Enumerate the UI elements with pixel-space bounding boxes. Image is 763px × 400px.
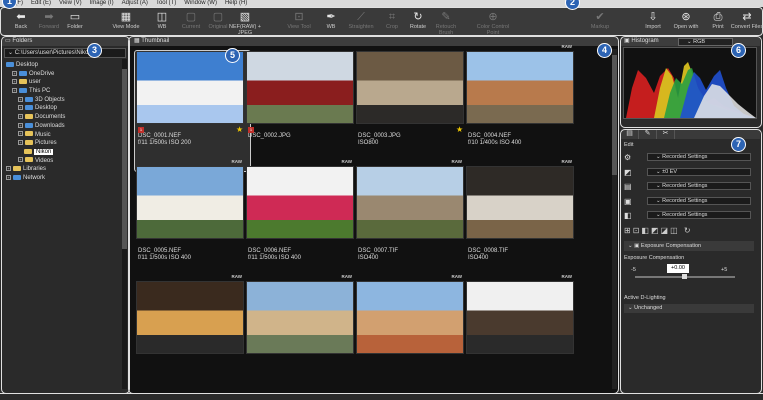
view-tool-icon: ⊡ <box>294 11 304 23</box>
toolbar-button-label: Straighten <box>348 24 374 30</box>
toolbar-button[interactable]: ⊡ View Tool <box>282 10 316 35</box>
callout-badge-6: 6 <box>731 43 746 58</box>
thumbnail-frame <box>128 36 619 394</box>
check-icon: ✔ <box>595 11 605 23</box>
toolbar-button[interactable]: ⟋ Straighten <box>344 10 378 35</box>
toolbar-button-label: WB <box>157 24 167 30</box>
toolbar-button[interactable]: ⇩ Import <box>636 10 670 35</box>
toolbar-button[interactable]: ✒ WB <box>314 10 348 35</box>
grid-icon: ▦ <box>120 11 132 23</box>
open-with-icon: ⊛ <box>681 11 691 23</box>
callout-badge-4: 4 <box>597 43 612 58</box>
toolbar-button-label: Print <box>712 24 724 30</box>
menu-item[interactable]: Window (W) <box>184 0 217 6</box>
toolbar-button-label: Forward <box>38 24 60 30</box>
toolbar-button[interactable]: ⇄ Convert Files <box>730 10 763 35</box>
toolbar-button[interactable]: ▭ Folder <box>58 10 92 35</box>
toolbar-button-label: Import <box>645 24 661 30</box>
menu-item[interactable]: Edit (E) <box>31 0 51 6</box>
toolbar-button-label: Current <box>181 24 201 30</box>
toolbar-button[interactable]: ⊕ Color Control Point <box>476 10 510 36</box>
callout-badge-3: 3 <box>87 43 102 58</box>
toolbar-button-label: View Mode <box>112 24 140 30</box>
toolbar-button-label: Convert Files <box>730 24 763 30</box>
toolbar-button[interactable]: ▧ NEF(RAW) + JPEG <box>228 10 262 36</box>
menu-item[interactable]: Tool (T) <box>156 0 176 6</box>
toolbar-button[interactable]: ⊛ Open with <box>669 10 703 35</box>
straighten-icon: ⟋ <box>357 11 365 23</box>
color-point-icon: ⊕ <box>488 11 498 23</box>
toolbar-button-label: Markup <box>590 24 610 30</box>
toolbar-button[interactable]: ✔ Markup <box>583 10 617 35</box>
nef-jpeg-icon: ▧ <box>239 11 251 23</box>
menu-item[interactable]: View (V) <box>59 0 82 6</box>
toolbar-button[interactable]: ▦ View Mode <box>109 10 143 35</box>
edit-frame <box>620 129 762 394</box>
toolbar-button-label: Original <box>208 24 228 30</box>
brush-icon: ✎ <box>441 11 451 23</box>
callout-badge-5: 5 <box>225 48 240 63</box>
toolbar-button-label: Color Control Point <box>476 24 510 36</box>
toolbar-button-label: WB <box>326 24 336 30</box>
toolbar-button-label: Folder <box>67 24 83 30</box>
toolbar-button-label: Crop <box>386 24 398 30</box>
toolbar-button-label: Back <box>14 24 28 30</box>
menu-item[interactable]: Help (H) <box>225 0 247 6</box>
toolbar-button-label: Retouch Brush <box>435 24 457 36</box>
eyedropper-icon: ✒ <box>326 11 336 23</box>
toolbar-button-label: NEF(RAW) + JPEG <box>228 24 262 36</box>
menu-item[interactable]: Adjust (A) <box>122 0 148 6</box>
menu-item[interactable]: Image (I) <box>90 0 114 6</box>
nx-studio-window: File (F)Edit (E)View (V)Image (I)Adjust … <box>0 0 763 400</box>
import-icon: ⇩ <box>648 11 658 23</box>
status-strip <box>0 393 763 400</box>
menu-bar: File (F)Edit (E)View (V)Image (I)Adjust … <box>0 0 763 7</box>
toolbar-button[interactable]: ✎ Retouch Brush <box>429 10 463 36</box>
folder-icon: ▭ <box>69 11 81 23</box>
toolbar-button-label: Open with <box>673 24 699 30</box>
convert-icon: ⇄ <box>742 11 752 23</box>
folders-frame <box>1 36 130 394</box>
callout-badge-7: 7 <box>731 137 746 152</box>
toolbar-button-label: Rotate <box>409 24 427 30</box>
toolbar-button-label: View Tool <box>287 24 311 30</box>
toolbar: ⬅ Back ➡ Forward ▭ Folder ▦ View Mode ◫ WB ▢ Curren… <box>0 7 763 36</box>
